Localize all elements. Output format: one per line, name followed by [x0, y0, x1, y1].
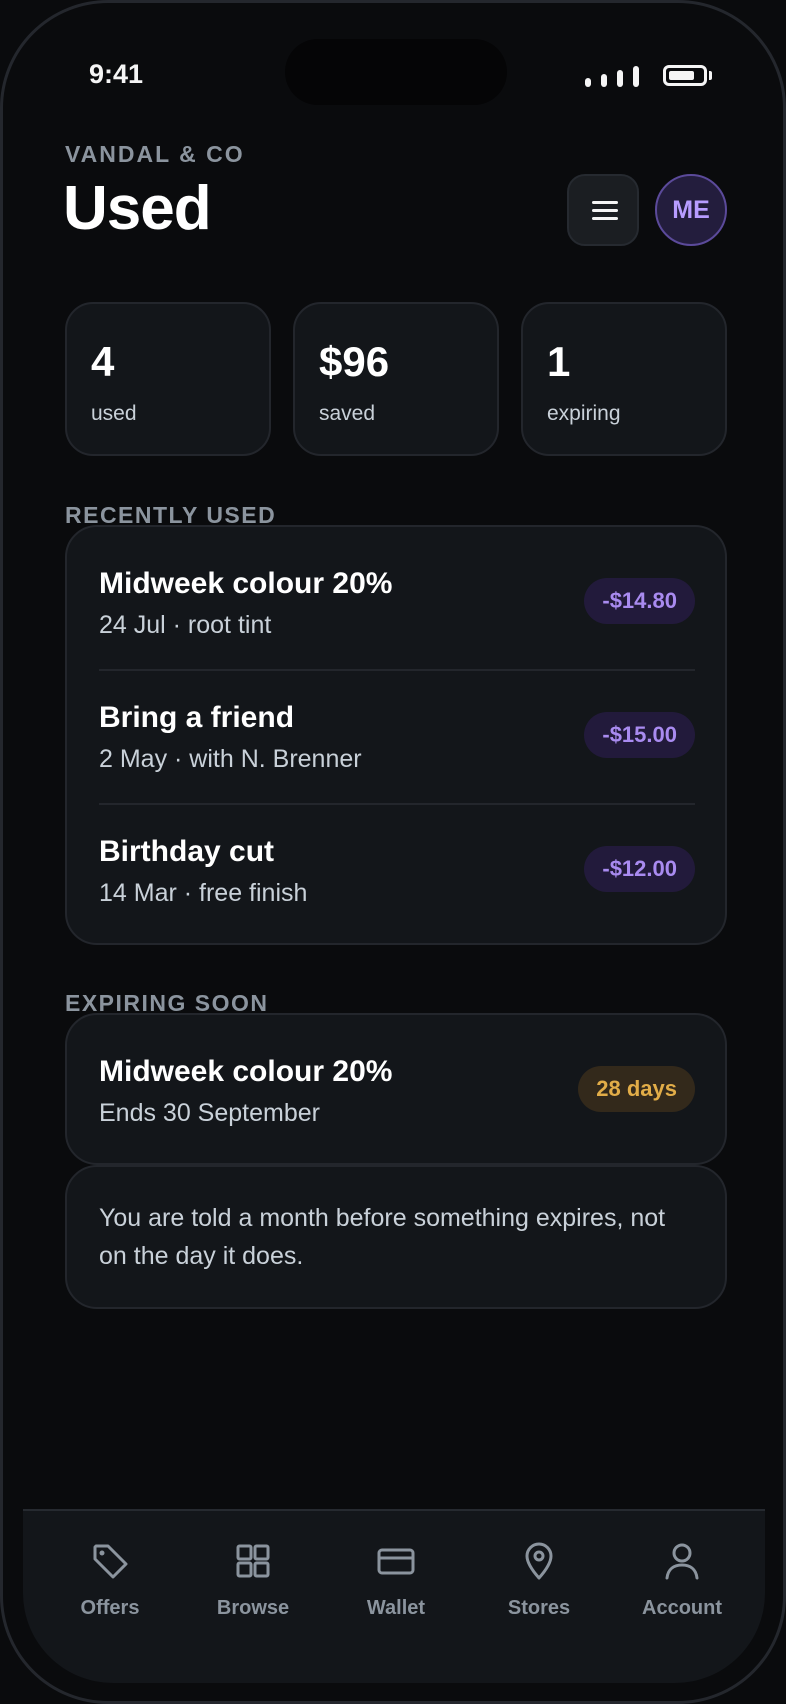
item-title: Bring a friend: [99, 701, 295, 734]
stat-label: saved: [319, 402, 376, 425]
expiry-badge: 28 days: [578, 1066, 695, 1112]
tab-label: Browse: [216, 1597, 290, 1619]
list-item[interactable]: Midweek colour 20% Ends 30 September 28 …: [99, 1055, 695, 1127]
item-title: Midweek colour 20%: [99, 567, 393, 600]
item-subtitle: 2 May · with N. Brenner: [99, 745, 362, 773]
menu-icon: [592, 201, 618, 204]
signal-icon: [585, 65, 647, 87]
battery-cap: [709, 71, 712, 80]
tag-icon: [93, 1544, 128, 1579]
page-title: Used: [63, 174, 212, 243]
tab-label: Stores: [507, 1597, 571, 1619]
item-title: Midweek colour 20%: [99, 1055, 393, 1088]
item-subtitle: 14 Mar · free finish: [99, 879, 308, 907]
savings-badge: -$15.00: [584, 712, 695, 758]
stat-value: $96: [319, 338, 390, 385]
recently-used-card: Midweek colour 20% 24 Jul · root tint -$…: [65, 525, 727, 945]
list-item[interactable]: Bring a friend 2 May · with N. Brenner -…: [99, 701, 695, 773]
status-time: 9:41: [89, 59, 144, 89]
tab-label: Wallet: [366, 1597, 426, 1619]
brand-name: VANDAL & CO: [65, 141, 245, 167]
menu-button[interactable]: [567, 174, 639, 246]
divider: [99, 803, 695, 805]
battery-icon: [663, 65, 707, 86]
item-subtitle: 24 Jul · root tint: [99, 611, 272, 639]
menu-icon-line: [592, 217, 618, 220]
stat-label: used: [91, 402, 137, 425]
tab-browse[interactable]: Browse: [188, 1541, 318, 1621]
tab-offers[interactable]: Offers: [45, 1541, 175, 1621]
expiring-soon-card: Midweek colour 20% Ends 30 September 28 …: [65, 1013, 727, 1165]
tab-label: Account: [642, 1597, 722, 1619]
grid-icon: [236, 1544, 270, 1578]
stat-card-saved: $96 saved: [293, 302, 499, 456]
list-item[interactable]: Midweek colour 20% 24 Jul · root tint -$…: [99, 567, 695, 639]
stat-value: 1: [547, 338, 571, 385]
divider: [99, 669, 695, 671]
tab-account[interactable]: Account: [617, 1541, 747, 1621]
info-note-text: You are told a month before something ex…: [99, 1204, 666, 1270]
tab-bar: Offers Browse Wallet Stores Account: [23, 1509, 765, 1683]
stat-label: expiring: [547, 402, 621, 425]
savings-badge: -$12.00: [584, 846, 695, 892]
stat-card-used: 4 used: [65, 302, 271, 456]
tab-wallet[interactable]: Wallet: [331, 1541, 461, 1621]
info-note-card: You are told a month before something ex…: [65, 1165, 727, 1309]
stat-card-expiring: 1 expiring: [521, 302, 727, 456]
wallet-icon: [377, 1548, 415, 1575]
stat-value: 4: [91, 338, 115, 385]
person-icon: [665, 1543, 699, 1580]
menu-icon-line: [592, 209, 618, 212]
savings-badge: -$14.80: [584, 578, 695, 624]
tab-stores[interactable]: Stores: [474, 1541, 604, 1621]
list-item[interactable]: Birthday cut 14 Mar · free finish -$12.0…: [99, 835, 695, 907]
dynamic-island: [285, 39, 507, 105]
location-pin-icon: [525, 1542, 553, 1580]
phone-frame: 9:41 VANDAL & CO Used ME 4 used $96 save…: [0, 0, 786, 1704]
tab-label: Offers: [80, 1597, 140, 1619]
item-title: Birthday cut: [99, 835, 275, 868]
avatar[interactable]: ME: [655, 174, 727, 246]
item-subtitle: Ends 30 September: [99, 1099, 320, 1127]
